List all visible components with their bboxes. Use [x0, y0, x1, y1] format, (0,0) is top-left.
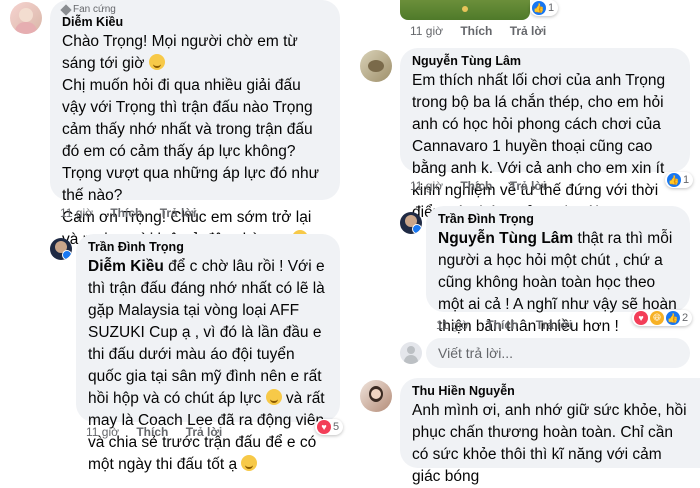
comment-time[interactable]: 11 giờ [410, 179, 443, 193]
reaction-count[interactable]: 👍 1 [530, 0, 559, 16]
reply-link[interactable]: Trả lời [510, 24, 547, 38]
love-reaction-icon: ♥ [634, 311, 648, 325]
comment-actions: 11 giờ Thích Trả lời [60, 206, 210, 220]
comment-bubble-tran-dinh-trong-reply: Trần Đình Trọng Nguyễn Tùng Lâm thật ra … [426, 206, 690, 335]
comment-text: Em thích nhất lối chơi của anh Trọng tro… [412, 72, 666, 221]
like-link[interactable]: Thích [460, 179, 492, 193]
avatar-diem-kieu[interactable] [10, 2, 42, 34]
reply-link[interactable]: Trả lời [186, 425, 223, 439]
like-reaction-icon: 👍 [666, 311, 680, 325]
comment-bubble-thu-hien-nguyen: Thu Hiền Nguyễn Anh mình ơi, anh nhớ giữ… [400, 378, 700, 485]
comment-photo[interactable] [400, 0, 530, 20]
avatar-nguyen-tung-lam[interactable] [360, 50, 392, 82]
avatar-thu-hien-nguyen[interactable] [360, 380, 392, 412]
reaction-count[interactable]: ♥ 5 [315, 419, 344, 435]
current-user-avatar [400, 342, 422, 364]
avatar-tran-dinh-trong[interactable] [50, 238, 72, 260]
comment-actions: 11 giờ Thích Trả lời [410, 24, 560, 38]
reaction-count[interactable]: ♥ 😆 👍 2 [632, 310, 693, 326]
comment-text: Anh mình ơi, anh nhớ giữ sức khỏe, hồi p… [412, 402, 687, 485]
comment-author[interactable]: Nguyễn Tùng Lâm [412, 54, 678, 68]
comment-author[interactable]: Diễm Kiều [62, 15, 328, 29]
haha-reaction-icon: 😆 [650, 311, 664, 325]
comment-time[interactable]: 11 giờ [410, 24, 443, 38]
comment-author[interactable]: Thu Hiền Nguyễn [412, 384, 688, 398]
comment-author[interactable]: Trần Đình Trọng [438, 212, 678, 226]
diamond-icon [60, 3, 72, 16]
verified-icon [62, 250, 72, 260]
reaction-count[interactable]: 👍 1 [665, 172, 694, 188]
love-reaction-icon: ♥ [317, 420, 331, 434]
avatar-tran-dinh-trong-reply[interactable] [400, 212, 422, 234]
mention-link[interactable]: Diễm Kiều [88, 258, 164, 275]
smile-emoji-icon [241, 455, 258, 471]
verified-icon [412, 224, 422, 234]
reply-link[interactable]: Trả lời [160, 206, 197, 220]
comment-bubble-nguyen-tung-lam: Nguyễn Tùng Lâm Em thích nhất lối chơi c… [400, 48, 690, 221]
sweat-smile-emoji-icon [265, 389, 282, 405]
reply-link[interactable]: Trả lời [536, 318, 573, 332]
reply-link[interactable]: Trả lời [510, 179, 547, 193]
mention-link[interactable]: Nguyễn Tùng Lâm [438, 230, 573, 247]
fan-badge: Fan cứng [60, 3, 328, 16]
reply-placeholder: Viết trả lời... [438, 345, 514, 361]
comment-bubble-tran-dinh-trong: Trần Đình Trọng Diễm Kiều để c chờ lâu r… [76, 234, 340, 473]
comment-actions: 11 giờ Thích Trả lời [86, 425, 236, 439]
comment-time[interactable]: 11 giờ [60, 206, 93, 220]
like-link[interactable]: Thích [110, 206, 142, 220]
like-link[interactable]: Thích [460, 24, 492, 38]
like-reaction-icon: 👍 [667, 173, 681, 187]
grin-emoji-icon [148, 54, 165, 70]
comment-author[interactable]: Trần Đình Trọng [88, 240, 328, 254]
like-reaction-icon: 👍 [532, 1, 546, 15]
comment-text: Diễm Kiều để c chờ lâu rồi ! Với e thì t… [88, 258, 325, 473]
comment-bubble-diem-kieu: Fan cứng Diễm Kiều Chào Trọng! Mọi người… [50, 0, 340, 248]
reply-input[interactable]: Viết trả lời... [426, 338, 690, 368]
comment-time[interactable]: 11 giờ [436, 318, 469, 332]
like-link[interactable]: Thích [486, 318, 518, 332]
like-link[interactable]: Thích [136, 425, 168, 439]
comment-time[interactable]: 11 giờ [86, 425, 119, 439]
comment-actions: 11 giờ Thích Trả lời [436, 318, 586, 332]
comment-actions: 11 giờ Thích Trả lời [410, 179, 560, 193]
